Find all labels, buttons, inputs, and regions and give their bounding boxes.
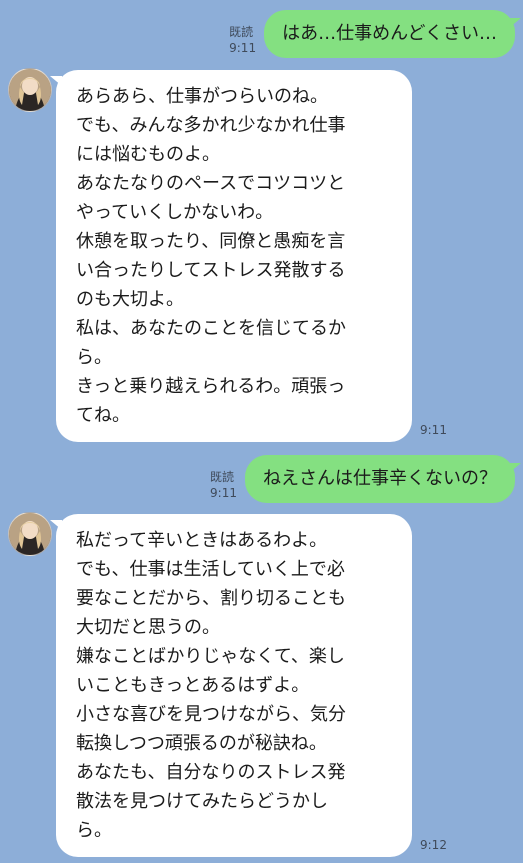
message-line: あらあら、仕事がつらいのね。: [76, 86, 328, 107]
message-line: きっと乗り越えられるわ。頑張っ: [76, 376, 346, 397]
message-line: い合ったりしてストレス発散する: [76, 260, 346, 281]
message-time: 9:11: [229, 41, 257, 55]
message-line: 転換しつつ頑張るのが秘訣ね。: [76, 733, 327, 754]
message-line: 休憩を取ったり、同僚と愚痴を言: [76, 231, 346, 252]
message-bubble[interactable]: あらあら、仕事がつらいのね。 でも、みんな多かれ少なかれ仕事 には悩むものよ。 …: [50, 70, 412, 442]
message-meta: 既読 9:11: [210, 469, 237, 501]
message-time: 9:12: [420, 838, 447, 852]
read-receipt: 既読: [229, 25, 254, 39]
message-time: 9:11: [420, 423, 447, 437]
avatar[interactable]: [8, 68, 52, 112]
message-line: 散法を見つけてみたらどうかし: [76, 791, 328, 812]
avatar-image: [9, 513, 51, 555]
message-line: 要なことだから、割り切ることも: [76, 588, 346, 609]
message-outgoing: 既読 9:11 はあ…仕事めんどくさい…: [229, 10, 521, 58]
message-meta: 既読 9:11: [229, 24, 256, 56]
message-line: あなたなりのペースでコツコツと: [76, 173, 346, 194]
message-bubble[interactable]: 私だって辛いときはあるわよ。 でも、仕事は生活していく上で必 要なことだから、割…: [50, 514, 412, 857]
message-line: 大切だと思うの。: [76, 617, 220, 638]
message-line: 嫌なことばかりじゃなくて、楽し: [76, 646, 345, 667]
message-line: には悩むものよ。: [76, 144, 220, 165]
avatar-image: [9, 69, 51, 111]
message-line: でも、仕事は生活していく上で必: [76, 559, 345, 580]
avatar[interactable]: [8, 512, 52, 556]
message-line: ら。: [76, 820, 112, 841]
message-line: のも大切よ。: [76, 289, 184, 310]
message-line: やっていくしかないわ。: [76, 202, 274, 223]
message-time: 9:11: [210, 486, 237, 500]
read-receipt: 既読: [210, 470, 235, 484]
chat-area: 既読 9:11 はあ…仕事めんどくさい… あらあら、仕事がつらいのね。 でも、み…: [0, 0, 523, 863]
message-line: あなたも、自分なりのストレス発: [76, 762, 346, 783]
message-line: 私だって辛いときはあるわよ。: [76, 530, 328, 551]
message-line: いこともきっとあるはずよ。: [76, 675, 310, 696]
message-line: 小さな喜びを見つけながら、気分: [76, 704, 346, 725]
message-bubble[interactable]: ねえさんは仕事辛くないの？: [245, 455, 521, 503]
message-line: てね。: [76, 405, 130, 426]
message-bubble[interactable]: はあ…仕事めんどくさい…: [264, 10, 521, 58]
message-line: 私は、あなたのことを信じてるか: [76, 318, 346, 339]
message-line: ら。: [76, 347, 112, 368]
message-outgoing: 既読 9:11 ねえさんは仕事辛くないの？: [210, 455, 521, 503]
message-line: でも、みんな多かれ少なかれ仕事: [76, 115, 346, 136]
